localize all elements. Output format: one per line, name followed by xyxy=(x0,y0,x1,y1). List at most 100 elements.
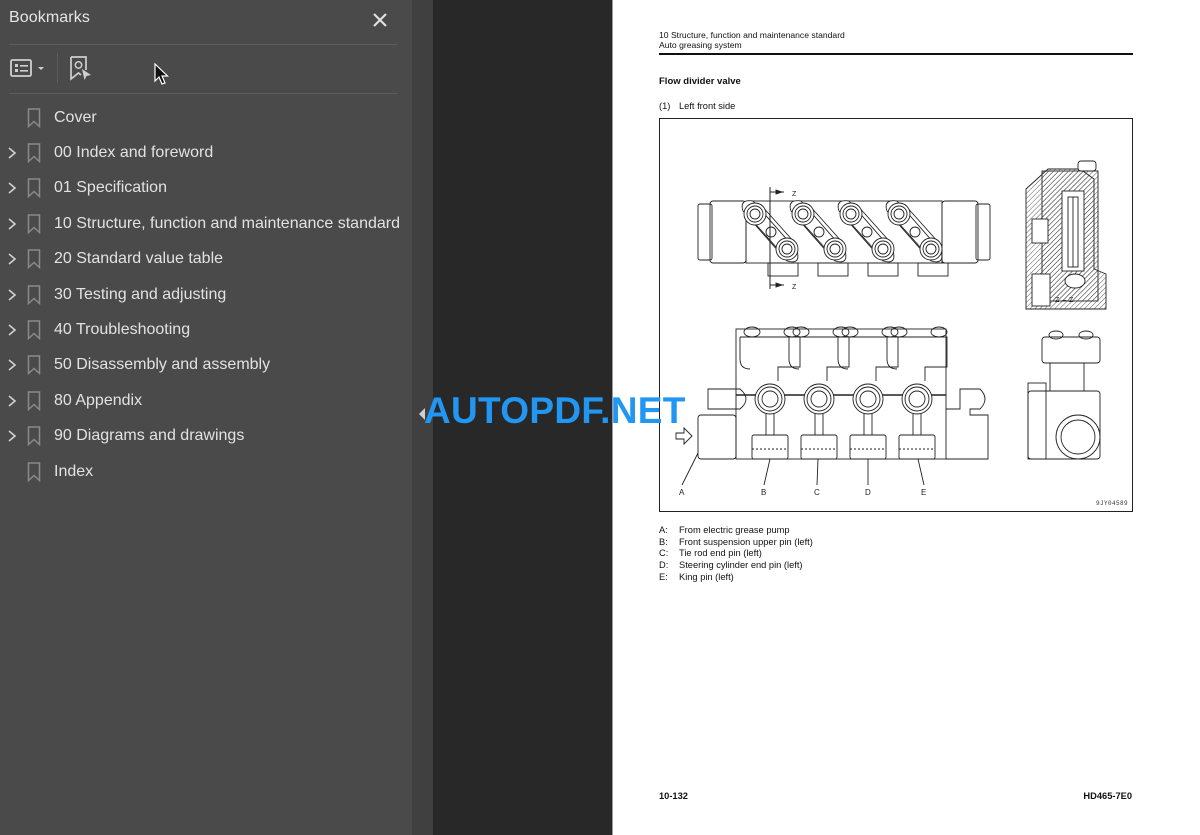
bookmark-icon xyxy=(27,461,41,482)
valve-drawing: Z Z Z – Z A B C D E xyxy=(675,160,1107,497)
divider-unit-top xyxy=(789,200,847,263)
section-title: Flow divider valve xyxy=(659,76,741,87)
toolbar-separator xyxy=(57,53,58,83)
bookmark-item[interactable]: 40 Troubleshooting xyxy=(0,312,412,347)
collapse-panel-arrow-icon[interactable] xyxy=(419,408,425,420)
callout-label: A xyxy=(679,488,685,497)
header-chapter: 10 Structure, function and maintenance s… xyxy=(659,30,845,40)
bookmark-label: 90 Diagrams and drawings xyxy=(54,427,245,445)
panel-splitter[interactable] xyxy=(412,0,433,835)
divider-unit-front xyxy=(739,326,801,460)
bookmark-item[interactable]: 20 Standard value table xyxy=(0,242,412,277)
bookmark-item[interactable]: Cover xyxy=(0,100,412,135)
header-rule xyxy=(659,53,1133,55)
chevron-right-icon[interactable] xyxy=(6,358,18,372)
mouse-cursor-icon xyxy=(154,63,169,85)
bookmark-label: 01 Specification xyxy=(54,179,167,197)
svg-text:Z – Z: Z – Z xyxy=(1055,297,1074,304)
bookmark-icon xyxy=(27,355,41,376)
bookmark-label: 30 Testing and adjusting xyxy=(54,285,227,303)
divider-unit-front xyxy=(886,326,948,460)
divider-unit-top xyxy=(837,200,895,263)
top-view: Z Z xyxy=(697,187,991,291)
subsection-text: Left front side xyxy=(679,101,736,111)
callout-label: E xyxy=(921,488,926,497)
bookmark-icon xyxy=(27,426,41,447)
bookmark-item[interactable]: 10 Structure, function and maintenance s… xyxy=(0,206,412,241)
bookmark-item[interactable]: 01 Specification xyxy=(0,171,412,206)
bookmark-icon xyxy=(27,178,41,199)
bookmark-item[interactable]: Index xyxy=(0,454,412,489)
figure-code: 9JY04589 xyxy=(1095,500,1128,507)
bookmark-label: 80 Appendix xyxy=(54,391,143,409)
chevron-right-icon[interactable] xyxy=(6,429,18,443)
section-z-z-view: Z – Z xyxy=(1025,160,1107,310)
callout-label: C xyxy=(814,488,820,497)
header-topic: Auto greasing system xyxy=(659,40,742,50)
legend-item: B: Front suspension upper pin (left) xyxy=(659,537,813,549)
bookmark-icon xyxy=(27,284,41,305)
bookmark-label: 50 Disassembly and assembly xyxy=(54,356,271,374)
legend-key: B: xyxy=(659,536,668,547)
chevron-right-icon[interactable] xyxy=(6,181,18,195)
chevron-right-icon[interactable] xyxy=(6,252,18,266)
chevron-right-icon[interactable] xyxy=(6,323,18,337)
legend-key: E: xyxy=(659,571,668,582)
bookmark-icon xyxy=(27,391,41,411)
bookmark-label: 20 Standard value table xyxy=(54,250,224,268)
legend-item: C: Tie rod end pin (left) xyxy=(659,548,813,560)
svg-text:Z: Z xyxy=(792,284,797,291)
callout-label: D xyxy=(865,488,871,497)
side-view xyxy=(1027,330,1101,460)
bookmark-item[interactable]: 00 Index and foreword xyxy=(0,135,412,170)
bookmark-item[interactable]: 90 Diagrams and drawings xyxy=(0,419,412,454)
svg-text:Z: Z xyxy=(792,191,797,198)
bookmark-item[interactable]: 50 Disassembly and assembly xyxy=(0,348,412,383)
bookmark-label: Index xyxy=(54,462,94,480)
subsection-title: (1) Left front side xyxy=(659,101,735,111)
chevron-right-icon[interactable] xyxy=(6,146,18,160)
bookmark-icon xyxy=(27,107,41,128)
divider-unit-front xyxy=(788,326,850,460)
bookmark-list: Cover 00 Index and foreword 01 Specificati… xyxy=(0,100,412,489)
figure-legend: A: From electric grease pump B: Front suspe… xyxy=(659,525,813,584)
divider-unit-top xyxy=(885,200,943,263)
panel-title: Bookmarks xyxy=(9,9,90,26)
close-icon[interactable] xyxy=(369,9,391,31)
bookmark-label: 10 Structure, function and maintenance s… xyxy=(54,214,400,232)
document-viewer: 10 Structure, function and maintenance s… xyxy=(433,0,1200,835)
bookmark-item[interactable]: 80 Appendix xyxy=(0,383,412,418)
chevron-right-icon[interactable] xyxy=(6,394,18,408)
legend-item: D: Steering cylinder end pin (left) xyxy=(659,560,813,572)
chevron-right-icon[interactable] xyxy=(6,217,18,231)
bookmark-label: 40 Troubleshooting xyxy=(54,321,191,339)
bookmark-label: Cover xyxy=(54,108,97,126)
subsection-number: (1) xyxy=(659,101,671,111)
bookmark-icon xyxy=(27,143,41,164)
legend-text: From electric grease pump xyxy=(679,525,790,535)
flow-divider-valve-figure: Z Z Z – Z A B C D E 9JY04589 xyxy=(659,118,1133,512)
bookmark-item[interactable]: 30 Testing and adjusting xyxy=(0,277,412,312)
page-number: 10-132 xyxy=(659,791,688,801)
callout-label: B xyxy=(761,488,766,497)
chevron-right-icon[interactable] xyxy=(6,288,18,302)
legend-text: King pin (left) xyxy=(679,571,734,582)
divider xyxy=(9,44,397,45)
legend-key: D: xyxy=(659,560,669,571)
bookmarks-panel: Bookmarks Cover 00 Index and foreword 01 S… xyxy=(0,0,412,835)
front-view: A B C D E xyxy=(675,326,989,497)
divider-unit-front xyxy=(837,326,899,460)
list-options-icon[interactable] xyxy=(9,57,49,81)
legend-key: A: xyxy=(659,525,668,535)
legend-text: Tie rod end pin (left) xyxy=(679,548,762,559)
bookmark-label: 00 Index and foreword xyxy=(54,144,214,162)
legend-item: A: From electric grease pump xyxy=(659,525,813,537)
find-current-bookmark-icon[interactable] xyxy=(68,55,94,83)
model-code: HD465-7E0 xyxy=(1083,791,1132,801)
legend-key: C: xyxy=(659,548,669,559)
bookmark-icon xyxy=(27,214,41,234)
legend-text: Steering cylinder end pin (left) xyxy=(679,560,803,571)
running-header: 10 Structure, function and maintenance s… xyxy=(659,30,845,50)
bookmark-icon xyxy=(27,249,41,270)
pdf-page: 10 Structure, function and maintenance s… xyxy=(612,0,1200,835)
